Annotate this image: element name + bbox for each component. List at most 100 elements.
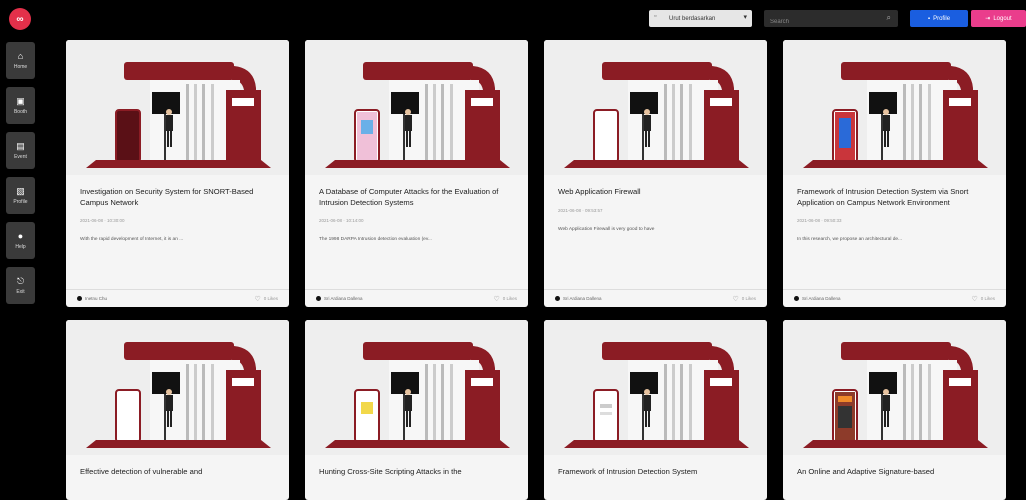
booth-icon: ▣ <box>16 96 25 106</box>
logout-button-label: Logout <box>993 15 1012 22</box>
booth-image <box>305 320 528 455</box>
author-name: Sri Ardiana Dallena <box>324 296 363 301</box>
booth-thumbnail[interactable] <box>305 320 528 455</box>
booth-card[interactable]: Framework of Intrusion Detection System <box>544 320 767 500</box>
card-title[interactable]: Web Application Firewall <box>558 187 753 198</box>
booth-image <box>66 320 289 455</box>
booth-thumbnail[interactable] <box>305 40 528 175</box>
avatar <box>555 296 560 301</box>
sidebar-item-label: Home <box>13 64 28 70</box>
avatar <box>77 296 82 301</box>
card-excerpt: With the rapid development of Internet, … <box>80 237 184 242</box>
profile-icon: ▧ <box>16 186 25 196</box>
booth-image <box>783 320 1006 455</box>
booth-thumbnail[interactable] <box>783 40 1006 175</box>
card-title[interactable]: A Database of Computer Attacks for the E… <box>319 187 514 208</box>
profile-button[interactable]: ▪ Profile <box>910 10 968 27</box>
heart-icon: ♡ <box>732 295 739 303</box>
card-footer: Sri Ardiana Dallena ♡ 0 Likes <box>305 289 528 307</box>
card-date: 2021-06-08 · 10:30:00 <box>80 218 125 223</box>
avatar <box>794 296 799 301</box>
card-date: 2021-06-08 · 10:14:00 <box>319 218 364 223</box>
likes-count: 0 Likes <box>980 296 995 301</box>
booth-card[interactable]: An Online and Adaptive Signature-based <box>783 320 1006 500</box>
booth-card[interactable]: Hunting Cross-Site Scripting Attacks in … <box>305 320 528 500</box>
card-author: Inetnu Chu <box>77 296 107 301</box>
card-author: Sri Ardiana Dallena <box>316 296 363 301</box>
card-title[interactable]: An Online and Adaptive Signature-based <box>797 467 992 478</box>
card-date: 2021-06-08 · 09:50:33 <box>797 218 842 223</box>
card-likes[interactable]: ♡ 0 Likes <box>732 295 756 303</box>
sidebar-item-label: Exit <box>16 289 25 295</box>
card-footer: Inetnu Chu ♡ 0 Likes <box>66 289 289 307</box>
sidebar-item-help[interactable]: ● Help <box>6 222 35 259</box>
sort-select-value: Urut berdasarkan <box>669 15 716 22</box>
avatar <box>316 296 321 301</box>
sidebar-item-label: Help <box>15 244 26 250</box>
booth-image <box>544 320 767 455</box>
booth-card[interactable]: Framework of Intrusion Detection System … <box>783 40 1006 307</box>
search-box: ⌕ <box>764 10 898 31</box>
likes-count: 0 Likes <box>263 296 278 301</box>
event-icon: ▤ <box>16 141 25 151</box>
sort-select[interactable]: ▫ Urut berdasarkan ▾ <box>649 10 752 27</box>
sidebar-item-event[interactable]: ▤ Event <box>6 132 35 169</box>
heart-icon: ♡ <box>971 295 978 303</box>
sidebar-item-label: Booth <box>13 109 28 115</box>
booth-image <box>66 40 289 175</box>
booth-image <box>783 40 1006 175</box>
booth-thumbnail[interactable] <box>66 320 289 455</box>
card-likes[interactable]: ♡ 0 Likes <box>254 295 278 303</box>
likes-count: 0 Likes <box>502 296 517 301</box>
card-title[interactable]: Investigation on Security System for SNO… <box>80 187 275 208</box>
home-icon: ⌂ <box>17 51 24 61</box>
logout-button[interactable]: ⇥ Logout <box>971 10 1026 27</box>
card-excerpt: The 1998 DARPA Intrusion detection evalu… <box>319 237 432 242</box>
card-title[interactable]: Hunting Cross-Site Scripting Attacks in … <box>319 467 514 478</box>
author-name: Sri Ardiana Dallena <box>563 296 602 301</box>
sidebar-item-exit[interactable]: ⎋ Exit <box>6 267 35 304</box>
logout-icon: ⇥ <box>985 16 991 22</box>
card-footer: Sri Ardiana Dallena ♡ 0 Likes <box>783 289 1006 307</box>
booth-image <box>305 40 528 175</box>
heart-icon: ♡ <box>493 295 500 303</box>
booth-thumbnail[interactable] <box>544 320 767 455</box>
sidebar-item-booth[interactable]: ▣ Booth <box>6 87 35 124</box>
heart-icon: ♡ <box>254 295 261 303</box>
chevron-down-icon: ▾ <box>743 14 747 21</box>
booth-card[interactable]: Effective detection of vulnerable and <box>66 320 289 500</box>
card-author: Sri Ardiana Dallena <box>794 296 841 301</box>
profile-button-label: Profile <box>933 15 951 22</box>
app-logo[interactable]: ∞ <box>9 8 31 30</box>
search-icon[interactable]: ⌕ <box>887 13 891 23</box>
card-title[interactable]: Framework of Intrusion Detection System … <box>797 187 992 208</box>
booth-thumbnail[interactable] <box>66 40 289 175</box>
sidebar-item-home[interactable]: ⌂ Home <box>6 42 35 79</box>
sidebar-item-label: Event <box>14 154 27 160</box>
calendar-icon: ▫ <box>654 13 657 20</box>
card-excerpt: In this research, we propose an architec… <box>797 237 903 242</box>
booth-thumbnail[interactable] <box>544 40 767 175</box>
card-date: 2021-06-08 · 09:53:57 <box>558 207 603 213</box>
card-footer: Sri Ardiana Dallena ♡ 0 Likes <box>544 289 767 307</box>
booth-card[interactable]: Web Application Firewall 2021-06-08 · 09:… <box>544 40 767 307</box>
card-likes[interactable]: ♡ 0 Likes <box>493 295 517 303</box>
likes-count: 0 Likes <box>741 296 756 301</box>
sidebar-item-label: Profile <box>13 199 28 205</box>
booth-card[interactable]: A Database of Computer Attacks for the E… <box>305 40 528 307</box>
card-excerpt: Web Application Firewall is very good to… <box>558 226 655 232</box>
booth-card[interactable]: Investigation on Security System for SNO… <box>66 40 289 307</box>
search-input[interactable] <box>764 13 874 31</box>
help-icon: ● <box>17 231 24 241</box>
card-likes[interactable]: ♡ 0 Likes <box>971 295 995 303</box>
sidebar: ∞ ⌂ Home ▣ Booth ▤ Event ▧ Profile ● Hel… <box>0 0 40 486</box>
card-title[interactable]: Framework of Intrusion Detection System <box>558 467 753 478</box>
card-author: Sri Ardiana Dallena <box>555 296 602 301</box>
user-icon: ▪ <box>927 15 931 22</box>
exit-icon: ⎋ <box>16 276 25 286</box>
author-name: Sri Ardiana Dallena <box>802 296 841 301</box>
sidebar-item-profile[interactable]: ▧ Profile <box>6 177 35 214</box>
booth-thumbnail[interactable] <box>783 320 1006 455</box>
card-title[interactable]: Effective detection of vulnerable and <box>80 467 275 478</box>
booth-image <box>544 40 767 175</box>
